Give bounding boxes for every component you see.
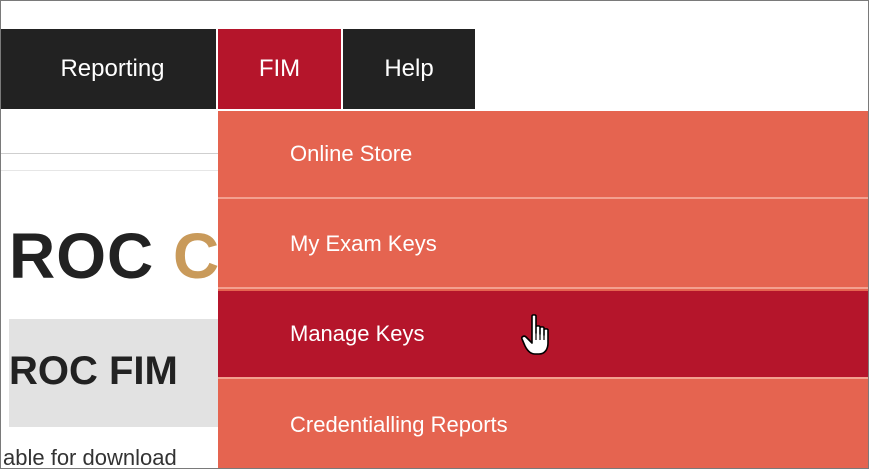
menu-item-label: My Exam Keys bbox=[290, 231, 437, 256]
nav-item-help[interactable]: Help bbox=[343, 29, 475, 109]
browser-viewport: ROC C ROC FIM able for download Reportin… bbox=[0, 0, 869, 469]
menu-item-my-exam-keys[interactable]: My Exam Keys bbox=[218, 201, 868, 289]
nav-item-label: FIM bbox=[258, 55, 301, 82]
body-text: able for download bbox=[3, 445, 177, 469]
page-title-partial: C bbox=[173, 220, 221, 292]
hand-pointer-icon bbox=[521, 314, 549, 355]
page-title: ROC C bbox=[9, 219, 220, 293]
fim-dropdown-menu: Online Store My Exam Keys Manage Keys Cr… bbox=[218, 111, 868, 468]
nav-item-label: Reporting bbox=[60, 55, 165, 82]
menu-item-label: Online Store bbox=[290, 141, 413, 166]
section-heading: ROC FIM bbox=[9, 349, 178, 393]
divider bbox=[1, 153, 241, 171]
menu-item-label: Manage Keys bbox=[290, 321, 425, 346]
nav-item-reporting[interactable]: Reporting bbox=[1, 29, 216, 109]
menu-item-label: Credentialling Reports bbox=[290, 412, 508, 437]
nav-item-fim[interactable]: FIM bbox=[218, 29, 341, 109]
menu-item-credentialling-reports[interactable]: Credentialling Reports bbox=[218, 381, 868, 468]
page-title-text: ROC bbox=[9, 220, 155, 292]
nav-item-label: Help bbox=[384, 55, 434, 82]
menu-item-online-store[interactable]: Online Store bbox=[218, 111, 868, 199]
